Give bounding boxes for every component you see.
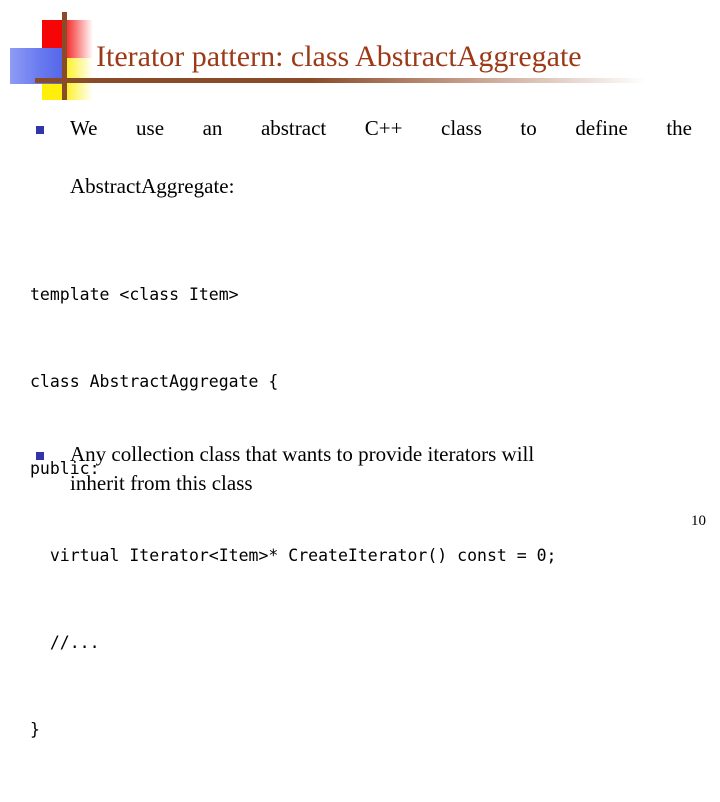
code-line: template <class Item> bbox=[30, 285, 239, 304]
code-line: class AbstractAggregate { bbox=[30, 372, 279, 391]
bullet-item: We use an abstract C++ class to define t… bbox=[36, 114, 692, 230]
bullet-item: Any collection class that wants to provi… bbox=[36, 440, 692, 498]
bullet-item-line-1: We use an abstract C++ class to define t… bbox=[70, 116, 692, 140]
code-line: } bbox=[30, 720, 40, 739]
code-line: //... bbox=[30, 633, 100, 652]
vertical-rule-icon bbox=[62, 12, 67, 100]
square-bullet-icon bbox=[36, 126, 44, 134]
square-bullet-icon bbox=[36, 452, 44, 460]
bullet-item-line-1: Any collection class that wants to provi… bbox=[70, 442, 535, 466]
horizontal-rule bbox=[35, 78, 647, 83]
slide-title: Iterator pattern: class AbstractAggregat… bbox=[96, 40, 582, 73]
code-line: virtual Iterator<Item>* CreateIterator()… bbox=[30, 546, 557, 565]
code-block: template <class Item> class AbstractAggr… bbox=[30, 222, 700, 802]
bullet-item-line-2: inherit from this class bbox=[70, 471, 253, 495]
page-number: 10 bbox=[691, 513, 706, 529]
slide-canvas: Iterator pattern: class AbstractAggregat… bbox=[0, 0, 720, 739]
red-square-icon bbox=[42, 20, 93, 60]
